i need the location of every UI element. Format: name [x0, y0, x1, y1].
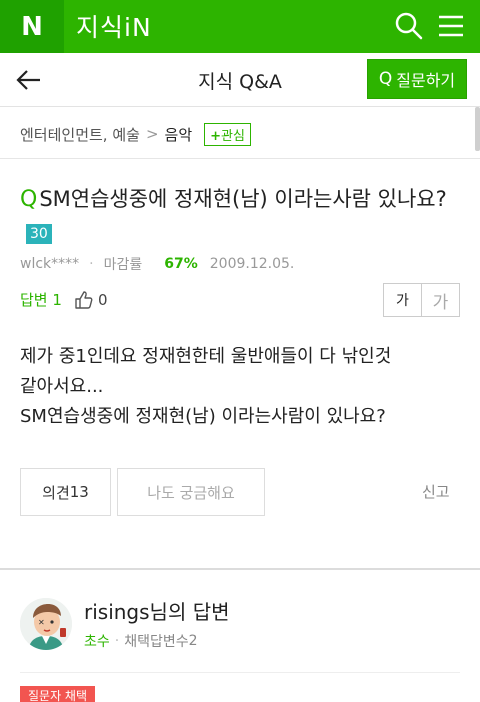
scrollbar[interactable]: [475, 107, 480, 151]
question-meta: wlck**** · 마감률 67% 2009.12.05.: [20, 256, 295, 273]
ask-question-button[interactable]: Q 질문하기: [367, 59, 467, 99]
answerer-grade: 초수: [84, 634, 110, 650]
font-small-button[interactable]: 가: [384, 284, 422, 316]
avatar-illustration-icon: ✕: [20, 598, 72, 650]
question-author[interactable]: wlck****: [20, 256, 79, 272]
like-count: 0: [97, 290, 108, 309]
report-link[interactable]: 신고: [422, 481, 450, 502]
question-mark-icon: Q: [20, 187, 38, 212]
question-date: 2009.12.05.: [209, 256, 295, 272]
deadline-label: 마감률: [103, 257, 143, 273]
breadcrumb-current[interactable]: 음악: [165, 124, 193, 145]
divider: [20, 672, 460, 673]
answerer-name[interactable]: risings님의 답변: [84, 596, 230, 625]
points-badge: 30: [26, 224, 52, 244]
add-interest-button[interactable]: +관심: [204, 122, 251, 146]
avatar[interactable]: ✕: [20, 598, 72, 650]
title-bar: 지식 Q&A Q 질문하기: [0, 53, 480, 107]
divider: [0, 158, 480, 159]
adopted-count: 2: [188, 633, 198, 649]
section-divider: [0, 568, 480, 570]
search-icon[interactable]: [392, 10, 426, 42]
brand-title[interactable]: 지식iN: [76, 8, 152, 44]
questioner-selected-badge: 질문자 채택: [20, 686, 96, 702]
breadcrumb-category[interactable]: 엔터테인먼트, 예술: [20, 124, 140, 145]
breadcrumb-separator: >: [145, 125, 159, 143]
top-bar: N 지식iN: [0, 0, 480, 53]
breadcrumb: 엔터테인먼트, 예술 > 음악 +관심: [20, 122, 251, 146]
thumbs-up-icon: [75, 290, 93, 309]
question-title: QSM연습생중에 정재현(남) 이라는사람 있나요? 30: [20, 182, 460, 251]
q-icon: Q: [378, 69, 393, 89]
question-title-text: SM연습생중에 정재현(남) 이라는사람 있나요?: [39, 187, 447, 211]
font-large-button[interactable]: 가: [422, 284, 459, 316]
deadline-rate: 67%: [164, 256, 198, 272]
naver-logo[interactable]: N: [0, 0, 64, 53]
menu-icon[interactable]: [434, 10, 468, 42]
font-size-toggle: 가 가: [383, 283, 460, 317]
answerer-meta: 초수 · 채택답변수 2: [84, 633, 198, 650]
opinion-button[interactable]: 의견 13: [20, 468, 111, 516]
question-body: 제가 중1인데요 정재현한테 울반애들이 다 낚인것 같아서요... SM연습생…: [20, 346, 392, 427]
answer-count[interactable]: 답변 1: [20, 289, 62, 310]
question-stats: 답변 1 0: [20, 289, 107, 310]
adopted-label: 채택답변수: [124, 634, 189, 650]
ask-question-label: 질문하기: [396, 71, 456, 90]
me-too-curious-button[interactable]: 나도 궁금해요: [117, 468, 265, 516]
svg-text:✕: ✕: [38, 618, 45, 627]
like-button[interactable]: 0: [74, 290, 108, 310]
